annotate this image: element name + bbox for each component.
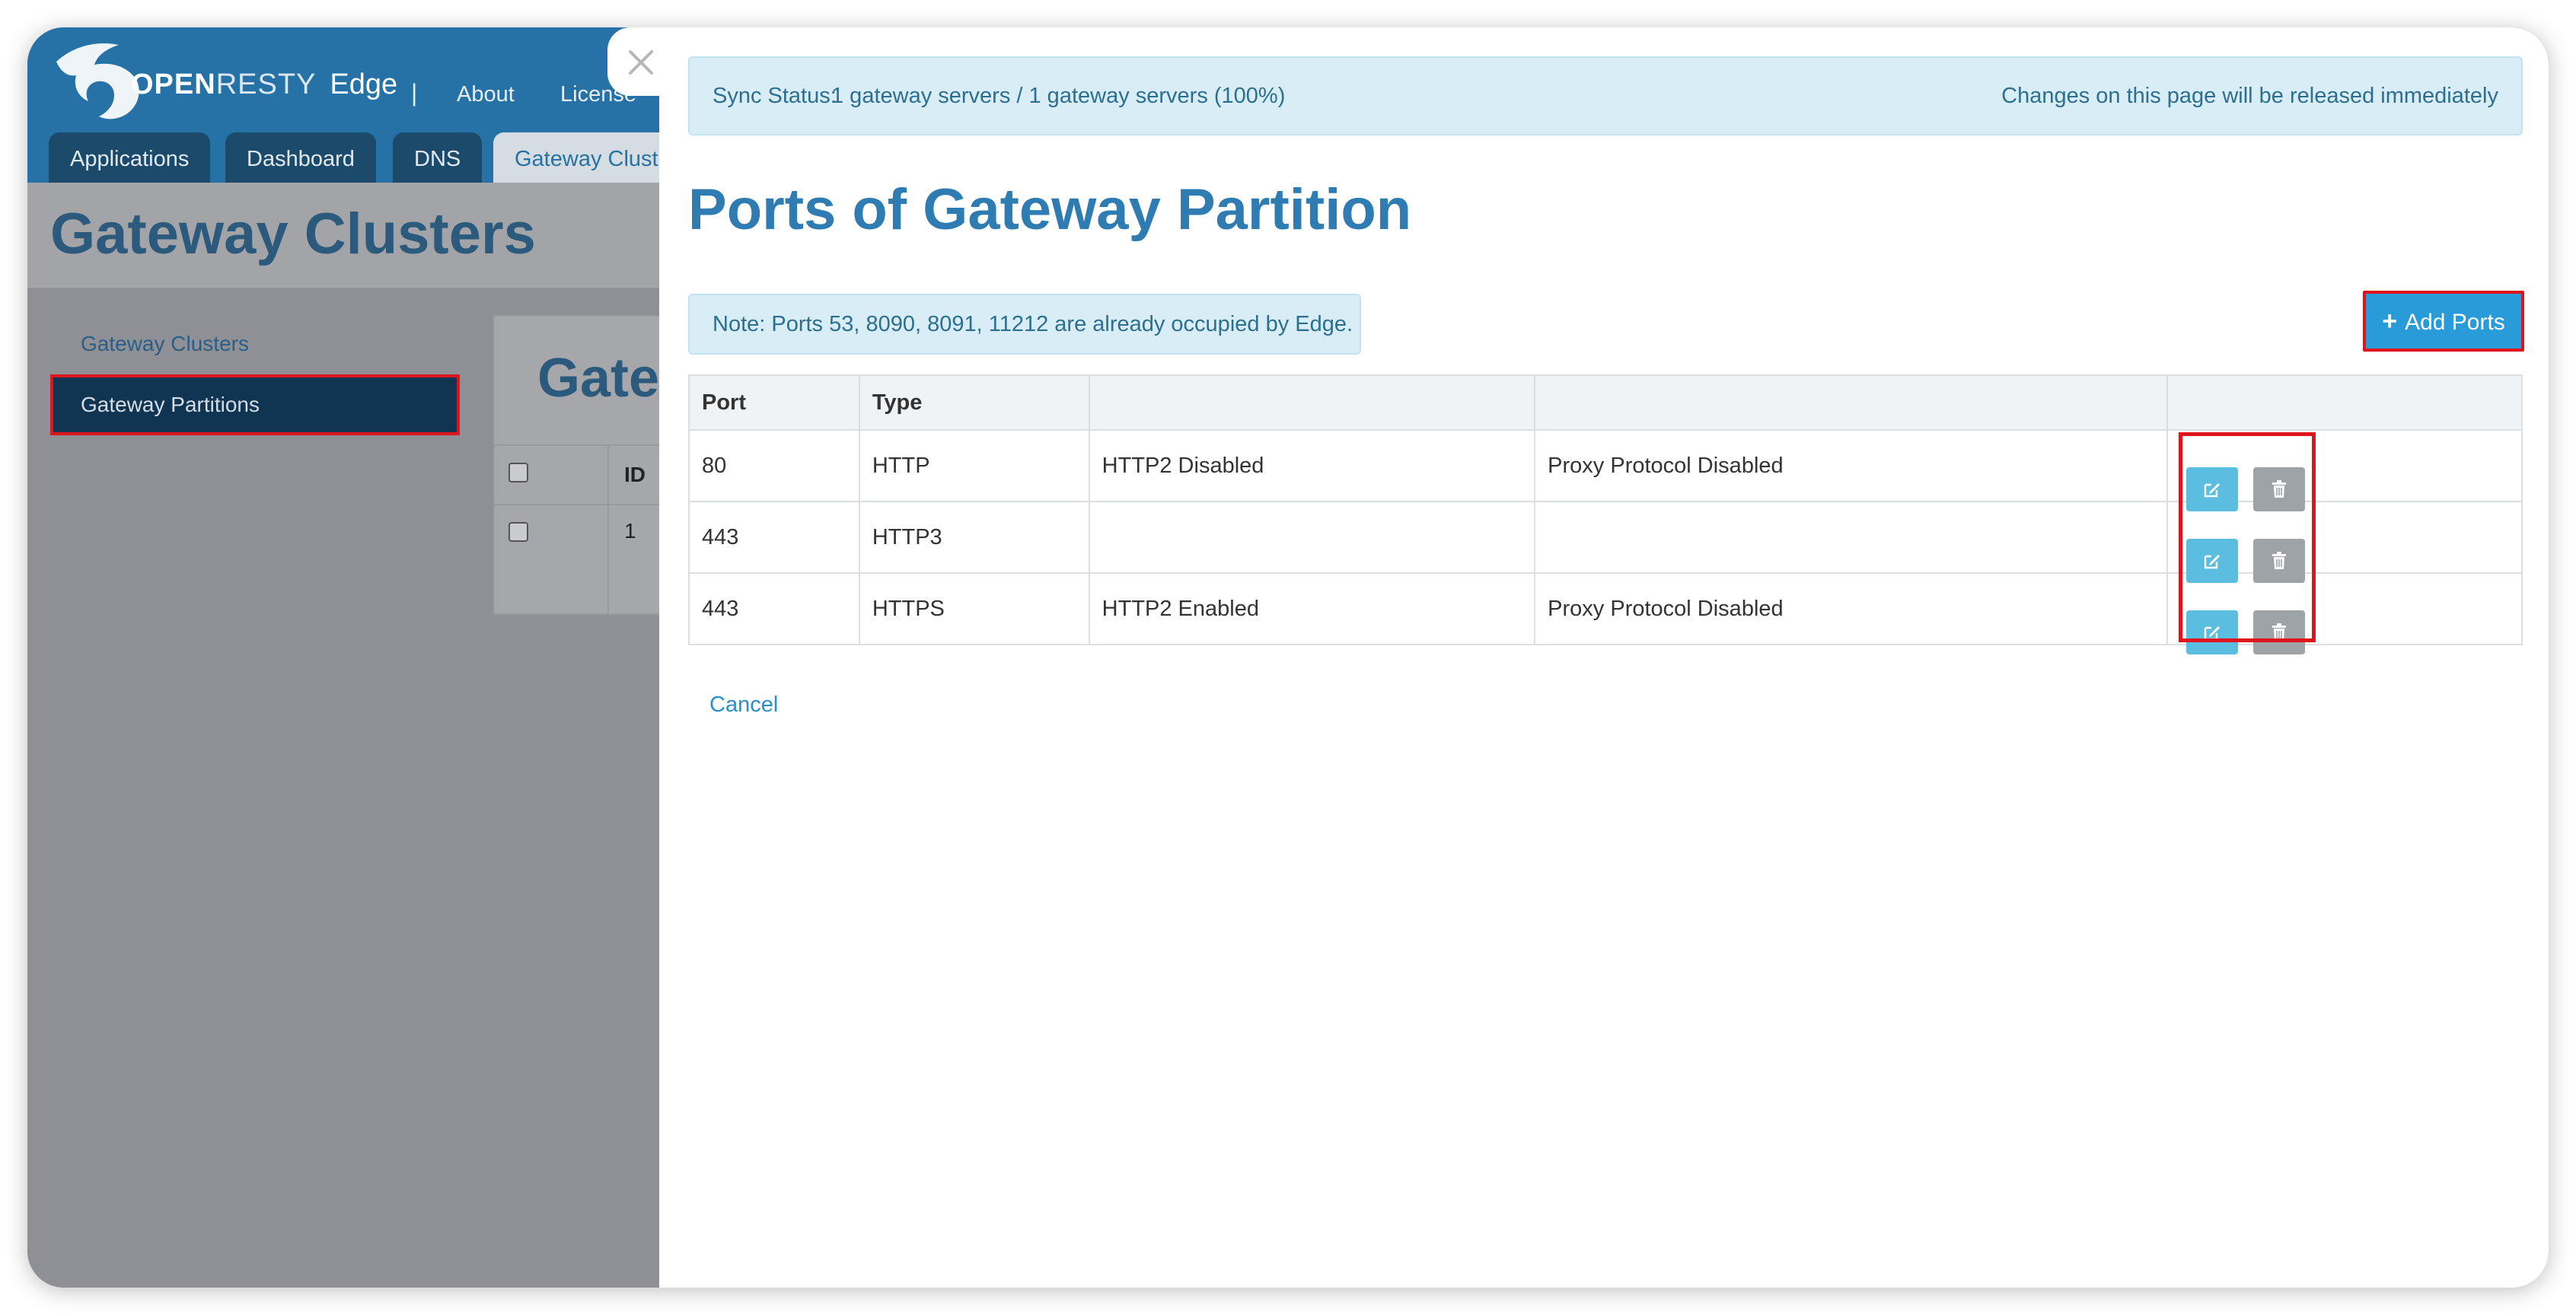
release-note: Changes on this page will be released im… xyxy=(2001,84,2498,108)
sync-status-value: 1 gateway servers / 1 gateway servers (1… xyxy=(831,84,1286,108)
proxy-protocol-cell xyxy=(1534,501,2169,574)
nav-separator: | xyxy=(411,79,418,107)
logo[interactable]: OPENRESTY Edge xyxy=(50,27,397,142)
sidebar-item-gateway-clusters[interactable]: Gateway Clusters xyxy=(81,332,249,356)
http2-cell: HTTP2 Disabled xyxy=(1088,429,1536,502)
column-header-type: Type xyxy=(858,374,1090,431)
plus-icon: + xyxy=(2382,307,2398,336)
add-ports-label: Add Ports xyxy=(2405,310,2505,335)
close-icon[interactable] xyxy=(620,41,662,84)
actions-highlight xyxy=(2179,432,2316,642)
table-header-row: Port Type xyxy=(688,374,2523,431)
http2-cell xyxy=(1088,501,1536,574)
app-window: OPENRESTY Edge | About License Applicati… xyxy=(27,27,2549,1288)
logo-wordmark: OPENRESTY xyxy=(131,68,317,100)
row-id: 1 xyxy=(624,519,636,543)
type-cell: HTTP3 xyxy=(858,501,1090,574)
nav-link-about[interactable]: About xyxy=(457,82,515,107)
port-cell: 443 xyxy=(688,501,860,574)
type-cell: HTTP xyxy=(858,429,1090,502)
divider xyxy=(493,504,668,505)
tab-dashboard[interactable]: Dashboard xyxy=(225,132,376,184)
column-header-port: Port xyxy=(688,374,860,431)
type-cell: HTTPS xyxy=(858,572,1090,645)
row-checkbox[interactable] xyxy=(509,522,528,542)
sync-status-bar: Sync Status: 1 gateway servers / 1 gatew… xyxy=(688,56,2523,135)
proxy-protocol-cell: Proxy Protocol Disabled xyxy=(1534,429,2169,502)
page-title: Gateway Clusters xyxy=(50,202,536,266)
background-panel-title: Gate xyxy=(537,348,660,409)
port-cell: 80 xyxy=(688,429,860,502)
column-header-actions xyxy=(2166,374,2523,431)
column-header-http2 xyxy=(1088,374,1536,431)
proxy-protocol-cell: Proxy Protocol Disabled xyxy=(1534,572,2169,645)
occupied-ports-note: Note: Ports 53, 8090, 8091, 11212 are al… xyxy=(688,294,1361,355)
sync-status-label: Sync Status: xyxy=(713,84,837,108)
divider xyxy=(493,444,668,446)
cancel-link[interactable]: Cancel xyxy=(709,693,778,718)
divider xyxy=(607,446,609,615)
product-name: Edge xyxy=(330,68,398,100)
sidebar-item-gateway-partitions[interactable]: Gateway Partitions xyxy=(50,374,460,435)
drawer-title: Ports of Gateway Partition xyxy=(688,177,1412,242)
column-header-id: ID xyxy=(624,463,646,486)
tab-dns[interactable]: DNS xyxy=(393,132,483,184)
http2-cell: HTTP2 Enabled xyxy=(1088,572,1536,645)
column-header-proxy xyxy=(1534,374,2169,431)
tab-applications[interactable]: Applications xyxy=(49,132,211,184)
add-ports-button[interactable]: + Add Ports xyxy=(2363,291,2524,352)
select-all-checkbox[interactable] xyxy=(509,463,528,482)
port-cell: 443 xyxy=(688,572,860,645)
